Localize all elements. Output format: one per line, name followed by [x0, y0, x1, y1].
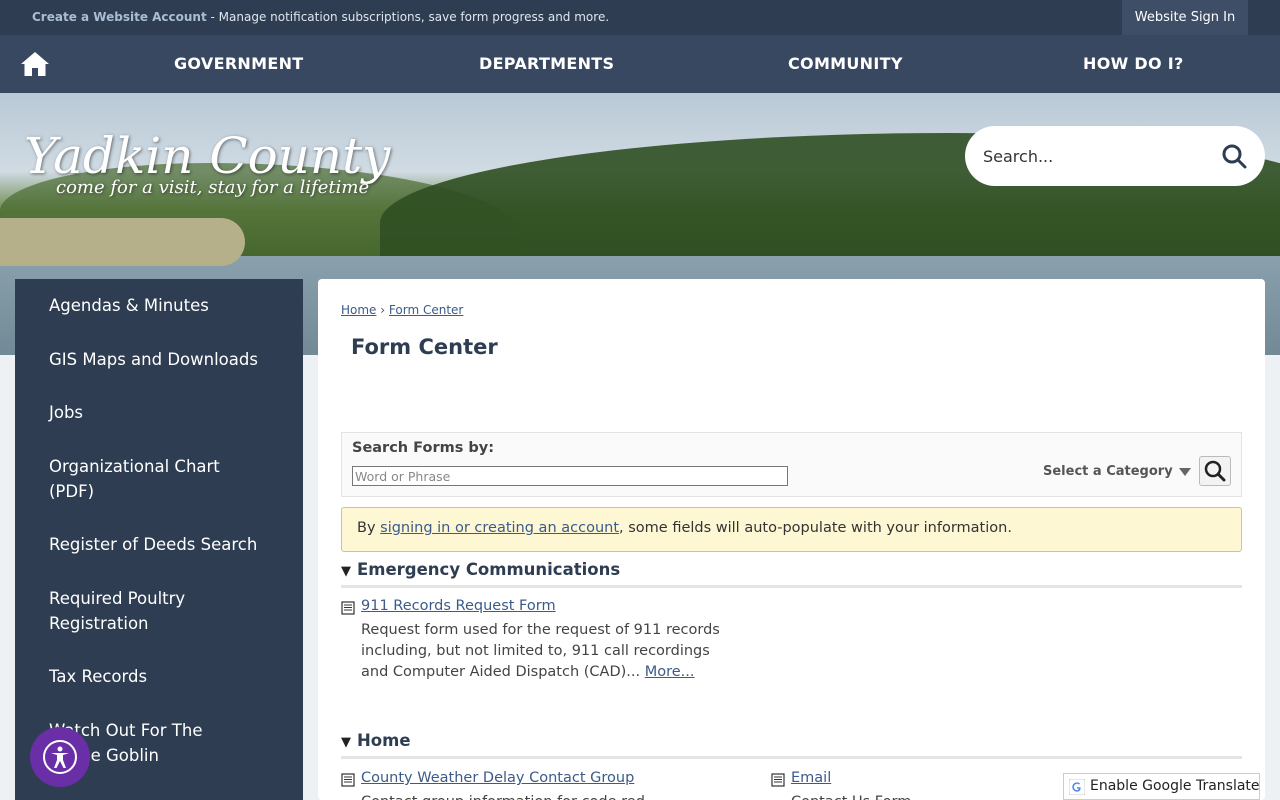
create-account-link[interactable]: Create a Website Account	[32, 10, 207, 24]
category-select[interactable]: Select a Category	[1043, 464, 1191, 479]
sidebar-item-tax-records[interactable]: Tax Records	[49, 664, 279, 689]
logo-tagline: come for a visit, stay for a lifetime	[56, 177, 370, 198]
sign-in-notice: By signing in or creating an account, so…	[341, 507, 1242, 552]
nav-how-do-i[interactable]: HOW DO I?	[1083, 54, 1184, 73]
website-sign-in-button[interactable]: Website Sign In	[1122, 0, 1248, 35]
site-search	[965, 126, 1265, 186]
form-description: Contact group information for code red	[361, 792, 731, 800]
category-name: Home	[357, 731, 411, 750]
home-icon[interactable]	[20, 50, 50, 78]
chevron-down-icon	[1178, 467, 1191, 476]
form-description: Request form used for the request of 911…	[361, 620, 731, 683]
logo-name: Yadkin County	[24, 127, 391, 185]
form-document-icon	[341, 601, 355, 615]
form-document-icon	[771, 773, 785, 787]
sidebar-item-gis-maps[interactable]: GIS Maps and Downloads	[49, 347, 279, 372]
accessibility-icon	[43, 740, 77, 774]
sidebar-item-register-of-deeds[interactable]: Register of Deeds Search	[49, 532, 279, 557]
category-select-label: Select a Category	[1043, 464, 1173, 479]
form-item-911-records: 911 Records Request Form Request form us…	[341, 598, 731, 680]
form-link-911-records[interactable]: 911 Records Request Form	[361, 598, 556, 614]
breadcrumb: Home › Form Center	[341, 303, 463, 317]
form-search-button[interactable]	[1199, 456, 1231, 486]
sidebar-item-agendas[interactable]: Agendas & Minutes	[49, 293, 279, 318]
form-more-link[interactable]: More...	[645, 664, 695, 680]
form-search-label: Search Forms by:	[352, 440, 495, 456]
breadcrumb-separator: ›	[380, 303, 386, 317]
translate-label: Enable Google Translate	[1090, 778, 1260, 794]
collapse-triangle-icon: ▼	[341, 735, 351, 750]
notice-sign-in-link[interactable]: signing in or creating an account	[380, 520, 619, 536]
google-icon	[1069, 779, 1085, 795]
page-title: Form Center	[351, 335, 498, 359]
banner-canoe	[0, 218, 245, 266]
sidebar-item-poultry-registration[interactable]: Required Poultry Registration	[49, 586, 229, 636]
category-heading-emergency[interactable]: ▼ Emergency Communications	[341, 560, 1242, 588]
form-search-input[interactable]	[352, 466, 788, 486]
main-content: Home › Form Center Form Center Search Fo…	[318, 279, 1265, 800]
nav-government[interactable]: GOVERNMENT	[174, 54, 303, 73]
sidebar: Agendas & Minutes GIS Maps and Downloads…	[15, 279, 303, 800]
search-icon[interactable]	[1221, 143, 1247, 169]
nav-departments[interactable]: DEPARTMENTS	[479, 54, 614, 73]
sidebar-item-jobs[interactable]: Jobs	[49, 400, 279, 425]
google-translate-button[interactable]: Enable Google Translate	[1063, 773, 1260, 800]
account-message: Create a Website Account - Manage notifi…	[32, 10, 609, 24]
accessibility-button[interactable]	[30, 727, 90, 787]
form-item-weather-delay: County Weather Delay Contact Group Conta…	[341, 770, 731, 800]
top-bar: Create a Website Account - Manage notifi…	[0, 0, 1280, 35]
nav-community[interactable]: COMMUNITY	[788, 54, 903, 73]
site-search-input[interactable]	[983, 144, 1203, 168]
search-icon	[1204, 460, 1226, 482]
category-name: Emergency Communications	[357, 560, 621, 579]
form-link-email[interactable]: Email	[791, 770, 831, 786]
form-search-panel: Search Forms by: Select a Category	[341, 432, 1242, 497]
category-heading-home[interactable]: ▼ Home	[341, 731, 1242, 759]
breadcrumb-form-center[interactable]: Form Center	[389, 303, 463, 317]
notice-suffix: , some fields will auto-populate with yo…	[619, 520, 1012, 536]
form-link-weather-delay[interactable]: County Weather Delay Contact Group	[361, 770, 634, 786]
breadcrumb-home[interactable]: Home	[341, 303, 376, 317]
form-document-icon	[341, 773, 355, 787]
account-message-text: - Manage notification subscriptions, sav…	[206, 10, 610, 24]
main-nav: GOVERNMENT DEPARTMENTS COMMUNITY HOW DO …	[0, 35, 1280, 93]
county-logo[interactable]: Yadkin County come for a visit, stay for…	[24, 129, 390, 198]
sidebar-item-org-chart[interactable]: Organizational Chart (PDF)	[49, 454, 229, 504]
collapse-triangle-icon: ▼	[341, 564, 351, 579]
notice-prefix: By	[357, 520, 381, 536]
